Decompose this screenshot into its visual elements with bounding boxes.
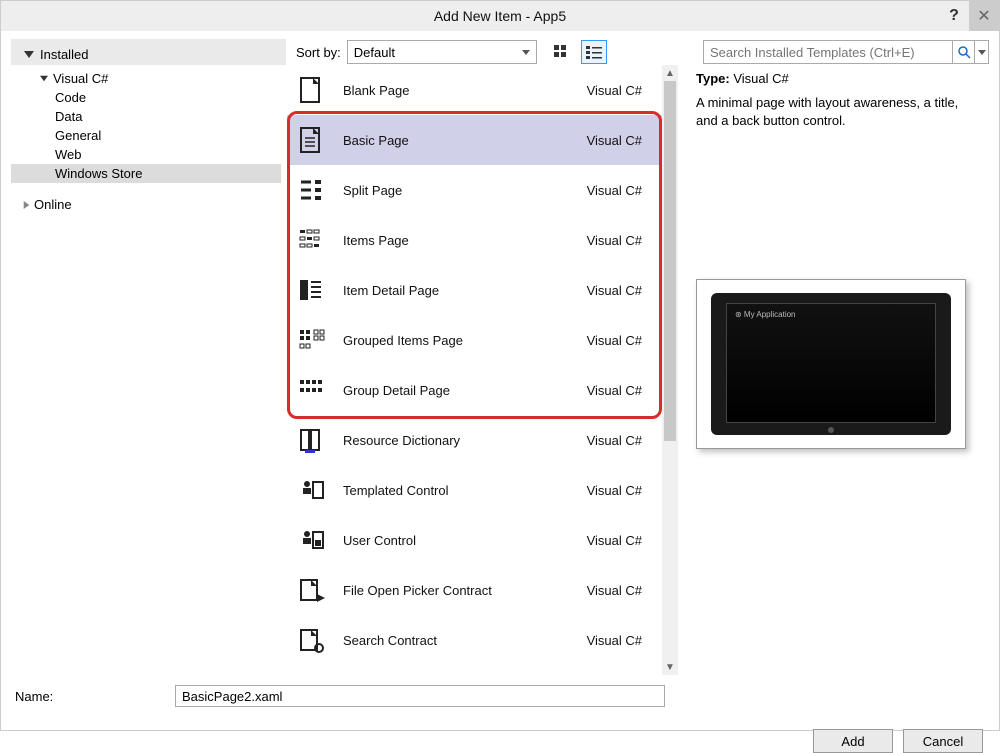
template-language: Visual C# bbox=[587, 383, 642, 398]
template-list: Blank PageVisual C#Basic PageVisual C#Sp… bbox=[287, 65, 662, 675]
chevron-down-icon bbox=[40, 76, 48, 82]
template-language: Visual C# bbox=[587, 633, 642, 648]
template-name: Group Detail Page bbox=[343, 383, 571, 398]
template-item[interactable]: Items Page Visual C# bbox=[287, 215, 662, 265]
template-name: Grouped Items Page bbox=[343, 333, 571, 348]
template-icon bbox=[295, 474, 327, 506]
scrollbar[interactable]: ▲ ▼ bbox=[662, 65, 678, 675]
template-name: Resource Dictionary bbox=[343, 433, 571, 448]
template-name: User Control bbox=[343, 533, 571, 548]
search-button[interactable] bbox=[953, 40, 975, 64]
template-item[interactable]: Search Contract Visual C# bbox=[287, 615, 662, 665]
template-language: Visual C# bbox=[587, 83, 642, 98]
search-input[interactable] bbox=[703, 40, 953, 64]
template-icon bbox=[295, 324, 327, 356]
template-item[interactable]: Item Detail Page Visual C# bbox=[287, 265, 662, 315]
tree-node-data[interactable]: Data bbox=[11, 107, 281, 126]
template-language: Visual C# bbox=[587, 433, 642, 448]
template-name: Basic Page bbox=[343, 133, 571, 148]
template-language: Visual C# bbox=[587, 483, 642, 498]
template-language: Visual C# bbox=[587, 233, 642, 248]
template-item[interactable]: File Open Picker Contract Visual C# bbox=[287, 565, 662, 615]
scroll-up-icon[interactable]: ▲ bbox=[662, 65, 678, 81]
template-language: Visual C# bbox=[587, 133, 642, 148]
template-item[interactable]: Grouped Items Page Visual C# bbox=[287, 315, 662, 365]
template-icon bbox=[295, 524, 327, 556]
tablet-frame-icon: ⊛ My Application bbox=[711, 293, 951, 435]
chevron-right-icon bbox=[24, 201, 30, 209]
scroll-down-icon[interactable]: ▼ bbox=[662, 659, 678, 675]
template-icon bbox=[295, 274, 327, 306]
template-item[interactable]: User Control Visual C# bbox=[287, 515, 662, 565]
template-language: Visual C# bbox=[587, 333, 642, 348]
template-language: Visual C# bbox=[587, 533, 642, 548]
template-icon bbox=[295, 124, 327, 156]
template-item[interactable]: Templated Control Visual C# bbox=[287, 465, 662, 515]
tree-node-online[interactable]: Online bbox=[11, 195, 281, 214]
chevron-down-icon bbox=[978, 50, 986, 55]
template-icon bbox=[295, 174, 327, 206]
tree-node-web[interactable]: Web bbox=[11, 145, 281, 164]
template-item[interactable]: Split Page Visual C# bbox=[287, 165, 662, 215]
template-item[interactable]: Group Detail Page Visual C# bbox=[287, 365, 662, 415]
template-icon bbox=[295, 374, 327, 406]
template-name: File Open Picker Contract bbox=[343, 583, 571, 598]
type-value: Visual C# bbox=[733, 71, 788, 86]
template-name: Templated Control bbox=[343, 483, 571, 498]
tree-header-label: Installed bbox=[40, 47, 88, 62]
template-item[interactable]: Resource Dictionary Visual C# bbox=[287, 415, 662, 465]
template-icon bbox=[295, 424, 327, 456]
tiles-icon bbox=[554, 45, 570, 59]
template-language: Visual C# bbox=[587, 183, 642, 198]
close-button[interactable]: ✕ bbox=[969, 1, 999, 31]
search-options-dropdown[interactable] bbox=[975, 40, 989, 64]
window-title: Add New Item - App5 bbox=[434, 8, 566, 24]
preview-thumbnail: ⊛ My Application bbox=[696, 279, 966, 449]
tree-node-code[interactable]: Code bbox=[11, 88, 281, 107]
template-name: Items Page bbox=[343, 233, 571, 248]
template-name: Search Contract bbox=[343, 633, 571, 648]
search-icon bbox=[957, 45, 971, 59]
cancel-button[interactable]: Cancel bbox=[903, 729, 983, 753]
view-list-button[interactable] bbox=[581, 40, 607, 64]
template-item[interactable]: Blank Page Visual C# bbox=[287, 65, 662, 115]
name-label: Name: bbox=[15, 689, 165, 704]
scroll-thumb[interactable] bbox=[664, 81, 676, 441]
tree-header-installed[interactable]: Installed bbox=[11, 39, 286, 65]
sort-value: Default bbox=[354, 45, 395, 60]
template-language: Visual C# bbox=[587, 283, 642, 298]
tree-node-windows-store[interactable]: Windows Store bbox=[11, 164, 281, 183]
sort-select[interactable]: Default bbox=[347, 40, 537, 64]
template-icon bbox=[295, 74, 327, 106]
home-button-icon bbox=[828, 427, 834, 433]
view-tiles-button[interactable] bbox=[549, 40, 575, 64]
template-name: Item Detail Page bbox=[343, 283, 571, 298]
category-tree: Visual C# Code Data General Web Windows … bbox=[11, 65, 281, 675]
title-bar: Add New Item - App5 ? ✕ bbox=[1, 1, 999, 31]
template-name: Split Page bbox=[343, 183, 571, 198]
add-button[interactable]: Add bbox=[813, 729, 893, 753]
name-input[interactable] bbox=[175, 685, 665, 707]
template-icon bbox=[295, 624, 327, 656]
type-label: Type: bbox=[696, 71, 730, 86]
template-icon bbox=[295, 574, 327, 606]
template-icon bbox=[295, 224, 327, 256]
template-name: Blank Page bbox=[343, 83, 571, 98]
chevron-down-icon bbox=[24, 51, 34, 58]
template-description: A minimal page with layout awareness, a … bbox=[696, 94, 981, 129]
template-item[interactable]: Basic Page Visual C# bbox=[287, 115, 662, 165]
help-button[interactable]: ? bbox=[939, 1, 969, 31]
tree-node-general[interactable]: General bbox=[11, 126, 281, 145]
chevron-down-icon bbox=[522, 50, 530, 55]
list-icon bbox=[586, 45, 602, 59]
tree-node-visual-csharp[interactable]: Visual C# bbox=[11, 69, 281, 88]
preview-app-title: ⊛ My Application bbox=[735, 310, 796, 319]
template-language: Visual C# bbox=[587, 583, 642, 598]
details-panel: Type: Visual C# A minimal page with layo… bbox=[684, 65, 989, 675]
sort-by-label: Sort by: bbox=[296, 45, 341, 60]
